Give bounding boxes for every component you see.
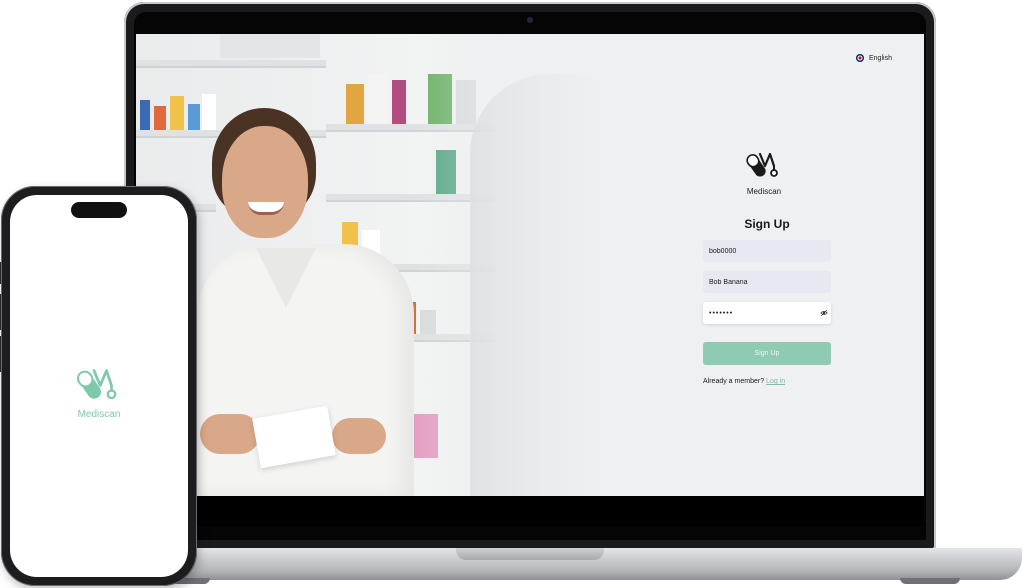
brand-name: Mediscan	[746, 187, 782, 196]
screen-bottom-bezel	[136, 496, 924, 526]
globe-flag-icon	[856, 54, 864, 62]
phone-brand-name: Mediscan	[77, 409, 121, 420]
member-prompt: Already a member? Log in	[703, 378, 785, 385]
mediscan-logo-icon	[76, 369, 117, 400]
laptop-screen: English Mediscan Sign Up Sign Up Already…	[136, 34, 924, 496]
phone-device: Mediscan	[1, 186, 197, 586]
laptop-foot	[900, 578, 960, 584]
laptop-opening-lip	[456, 548, 604, 560]
signup-button[interactable]: Sign Up	[703, 342, 831, 365]
phone-brand-logo: Mediscan	[72, 363, 126, 420]
member-text: Already a member?	[703, 378, 765, 385]
mediscan-logo-icon	[746, 152, 778, 177]
page-title: Sign Up	[744, 217, 790, 231]
language-label: English	[869, 54, 892, 62]
camera-icon	[527, 17, 533, 23]
dynamic-island	[71, 202, 127, 218]
language-selector[interactable]: English	[856, 54, 892, 62]
eye-off-icon[interactable]	[820, 309, 828, 317]
brand-logo: Mediscan	[740, 148, 788, 196]
pharmacy-photo	[136, 34, 606, 496]
username-field[interactable]	[703, 240, 831, 262]
fullname-field[interactable]	[703, 271, 831, 293]
password-field[interactable]	[703, 302, 831, 324]
login-link[interactable]: Log in	[766, 378, 785, 385]
phone-screen: Mediscan	[10, 195, 188, 577]
